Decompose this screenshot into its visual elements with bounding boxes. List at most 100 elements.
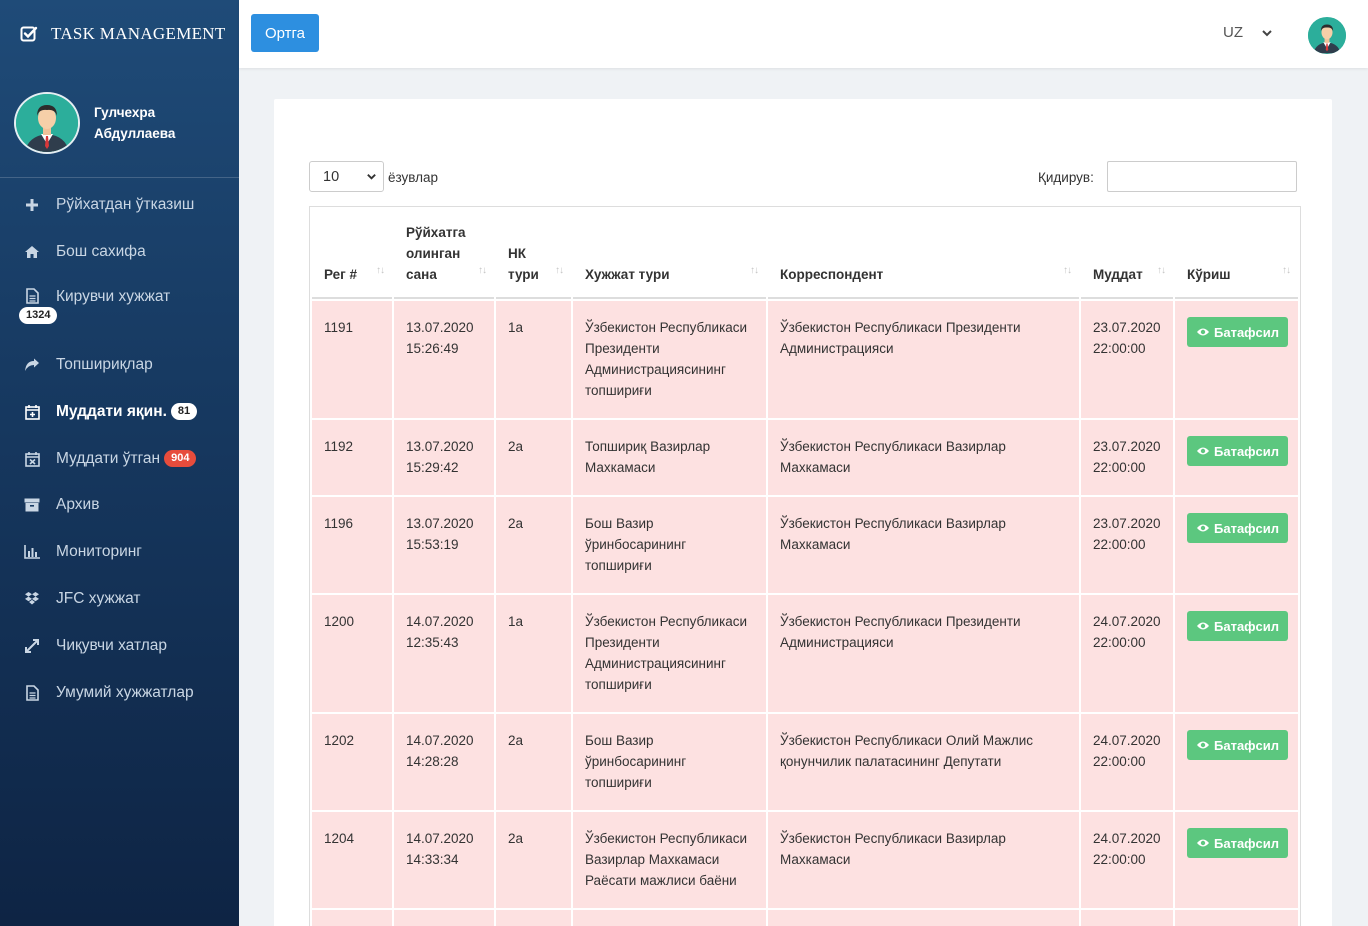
sidebar-item-label: Муддати яқин.: [56, 402, 167, 420]
cell-nk-type: 2а: [496, 910, 571, 926]
cell-doc-type: Ўзбекистон Республикаси Президенти Админ…: [573, 595, 766, 712]
avatar[interactable]: [14, 91, 80, 154]
cell-view: Батафсил: [1175, 812, 1298, 908]
details-button[interactable]: Батафсил: [1187, 730, 1289, 760]
sidebar-item-label: Архив: [56, 496, 100, 514]
table-header-row: Рег # ↑↓ Рўйхатга олинган сана ↑↓ НК тури ↑…: [312, 209, 1298, 299]
cell-correspondent: Ўзбекистон Республикаси Вазирлар: [768, 910, 1079, 926]
sort-icon: ↑↓: [478, 265, 487, 276]
sidebar-item-incoming[interactable]: Кирувчи хужжат 1324: [0, 276, 239, 342]
sidebar-item-home[interactable]: Бош сахифа: [0, 229, 239, 276]
document-icon: [24, 684, 40, 701]
sidebar-item-monitoring[interactable]: Мониторинг: [0, 529, 239, 576]
dropbox-icon: [24, 591, 40, 607]
details-button[interactable]: Батафсил: [1187, 611, 1289, 641]
cell-nk-type: 2а: [496, 714, 571, 810]
sidebar-item-register[interactable]: Рўйхатдан ўтказиш: [0, 182, 239, 229]
cell-correspondent: Ўзбекистон Республикаси Вазирлар Махкама…: [768, 497, 1079, 593]
brand[interactable]: TASK MANAGEMENT: [0, 0, 239, 68]
details-button-label: Батафсил: [1214, 835, 1280, 851]
cell-deadline: 23.07.2020 22:00:00: [1081, 497, 1173, 593]
language-label: UZ: [1223, 24, 1243, 41]
search-label: Қидирув:: [1038, 170, 1094, 185]
user-avatar-icon: [1308, 17, 1346, 54]
page-length-select[interactable]: 10: [309, 161, 384, 192]
cell-deadline: 23.07.2020 22:00:00: [1081, 420, 1173, 495]
sort-icon: ↑↓: [555, 265, 564, 276]
count-badge: 1324: [19, 306, 58, 324]
eye-icon: [1197, 524, 1209, 532]
sidebar-item-label: JFC хужжат: [56, 589, 141, 607]
column-header-deadline[interactable]: Муддат ↑↓: [1081, 209, 1173, 299]
sort-icon: ↑↓: [1282, 265, 1291, 276]
cell-deadline: 24.07.2020 22:00:00: [1081, 812, 1173, 908]
eye-icon: [1197, 447, 1209, 455]
table-row: 1200 14.07.2020 12:35:43 1а Ўзбекистон Респ…: [312, 595, 1298, 712]
details-button[interactable]: Батафсил: [1187, 828, 1289, 858]
cell-view: Батафсил: [1175, 301, 1298, 418]
user-name: Гулчехра Абдуллаева: [94, 104, 176, 141]
sort-icon: ↑↓: [376, 265, 385, 276]
details-button[interactable]: Батафсил: [1187, 317, 1289, 347]
expand-icon: [24, 638, 40, 654]
cell-doc-type: Ўзбекистон Республикаси: [573, 910, 766, 926]
sidebar-item-archive[interactable]: Архив: [0, 482, 239, 529]
column-header-reg[interactable]: Рег # ↑↓: [312, 209, 392, 299]
main-panel: 10 ёзувлар Қидирув: Рег # ↑↓ Рўйхатга оли…: [274, 99, 1332, 926]
sidebar-item-overdue[interactable]: Муддати ўтган 904: [0, 435, 239, 482]
sidebar-item-general-docs[interactable]: Умумий хужжатлар: [0, 669, 239, 716]
table-row: 1196 13.07.2020 15:53:19 2а Бош Вазир ўринб…: [312, 497, 1298, 593]
column-header-correspondent[interactable]: Корреспондент ↑↓: [768, 209, 1079, 299]
cell-date: 15.07.2020: [394, 910, 494, 926]
table-row: 1192 13.07.2020 15:29:42 2а Топшириқ Вазирл…: [312, 420, 1298, 495]
column-header-date[interactable]: Рўйхатга олинган сана ↑↓: [394, 209, 494, 299]
sidebar: TASK MANAGEMENT Гулчехра Абдуллаева Рўйх…: [0, 0, 239, 926]
sidebar-item-label: Бош сахифа: [56, 243, 146, 261]
table-row: 1204 14.07.2020 14:33:34 2а Ўзбекистон Респ…: [312, 812, 1298, 908]
column-header-nk-type[interactable]: НК тури ↑↓: [496, 209, 571, 299]
sidebar-item-tasks[interactable]: Топшириқлар: [0, 342, 239, 389]
cell-doc-type: Ўзбекистон Республикаси Вазирлар Махкама…: [573, 812, 766, 908]
cell-view: Батафсил: [1175, 497, 1298, 593]
search-input[interactable]: [1107, 161, 1297, 192]
user-avatar-button[interactable]: [1308, 17, 1346, 54]
cell-nk-type: 2а: [496, 420, 571, 495]
details-button-label: Батафсил: [1214, 737, 1280, 753]
cell-reg: 1192: [312, 420, 392, 495]
cell-nk-type: 1а: [496, 301, 571, 418]
cell-correspondent: Ўзбекистон Республикаси Президенти Админ…: [768, 301, 1079, 418]
chevron-down-icon: [367, 174, 376, 180]
cell-deadline: 25.07.2020: [1081, 910, 1173, 926]
language-selector[interactable]: UZ: [1223, 24, 1273, 41]
table-row: 120615.07.20202аЎзбекистон РеспубликасиЎ…: [312, 910, 1298, 926]
topbar: Ортга UZ: [239, 0, 1368, 68]
share-icon: [24, 357, 40, 373]
details-button[interactable]: Батафсил: [1187, 513, 1289, 543]
column-header-view[interactable]: Кўриш ↑↓: [1175, 209, 1298, 299]
cell-nk-type: 1а: [496, 595, 571, 712]
cell-view: Батафсил: [1175, 714, 1298, 810]
calendar-plus-icon: [24, 404, 40, 420]
brand-title: TASK MANAGEMENT: [51, 24, 226, 43]
cell-date: 13.07.2020 15:29:42: [394, 420, 494, 495]
cell-view: Батафсил: [1175, 420, 1298, 495]
check-square-icon: [20, 26, 38, 42]
details-button-label: Батафсил: [1214, 520, 1280, 536]
sidebar-item-label: Кирувчи хужжат: [56, 287, 171, 305]
sidebar-item-label: Мониторинг: [56, 543, 142, 561]
details-button[interactable]: Батафсил: [1187, 436, 1289, 466]
sidebar-item-outgoing[interactable]: Чиқувчи хатлар: [0, 622, 239, 669]
archive-icon: [24, 497, 40, 513]
table-row: 1202 14.07.2020 14:28:28 2а Бош Вазир ўринб…: [312, 714, 1298, 810]
document-icon: [24, 287, 40, 304]
sidebar-item-due-soon[interactable]: Муддати яқин. 81: [0, 388, 239, 435]
cell-doc-type: Топшириқ Вазирлар Махкамаси: [573, 420, 766, 495]
back-button[interactable]: Ортга: [251, 14, 319, 52]
cell-correspondent: Ўзбекистон Республикаси Вазирлар Махкама…: [768, 420, 1079, 495]
cell-reg: 1204: [312, 812, 392, 908]
cell-date: 13.07.2020 15:26:49: [394, 301, 494, 418]
sidebar-item-jfc[interactable]: JFC хужжат: [0, 576, 239, 623]
user-profile: Гулчехра Абдуллаева: [0, 68, 239, 178]
column-header-doc-type[interactable]: Хужжат тури ↑↓: [573, 209, 766, 299]
cell-doc-type: Бош Вазир ўринбосарининг топшириғи: [573, 497, 766, 593]
